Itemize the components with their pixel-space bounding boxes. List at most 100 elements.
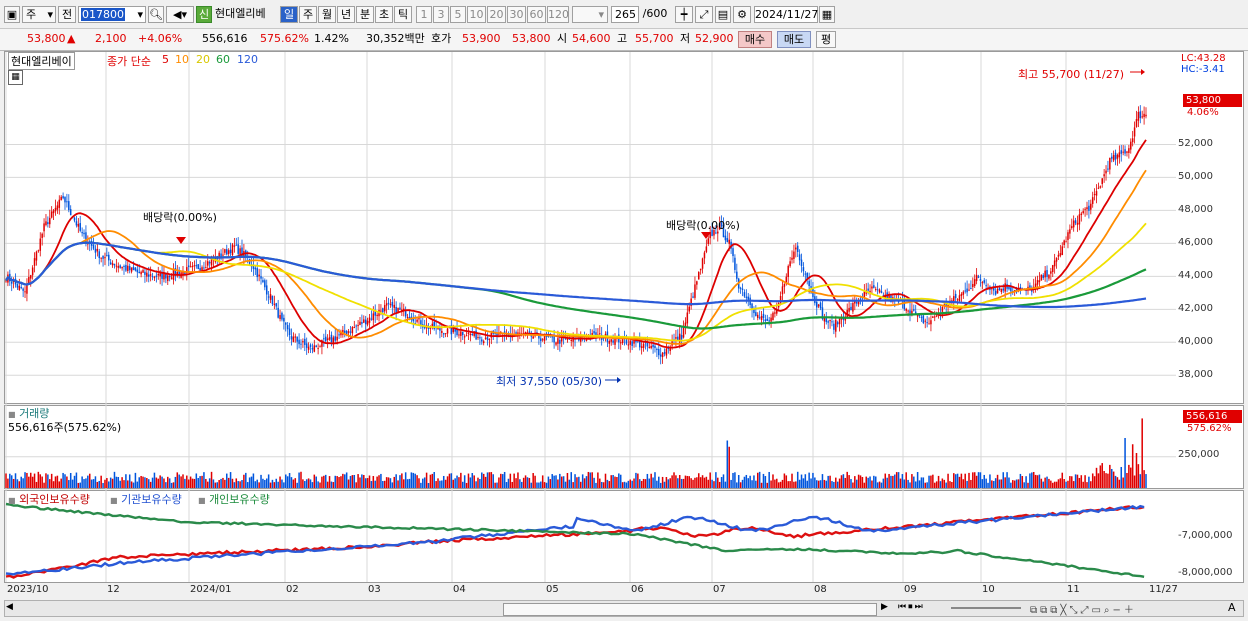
volume-bar <box>741 479 744 488</box>
zoom-slider[interactable] <box>951 607 1021 609</box>
volume-bar <box>964 473 966 488</box>
volume-bar <box>570 472 573 488</box>
volume-bar <box>252 473 255 488</box>
table-icon[interactable]: ▦ <box>8 70 23 85</box>
volume-bar <box>791 473 793 488</box>
font-size-icon[interactable]: A <box>1228 601 1236 614</box>
volume-bar <box>1084 475 1086 488</box>
volume-bar <box>58 481 61 488</box>
volume-bar <box>612 474 614 488</box>
candle-body <box>100 257 102 259</box>
candle-body <box>873 285 875 288</box>
volume-bar <box>764 476 767 488</box>
ma120-label: 120 <box>237 53 258 66</box>
legend-institution: ■ 기관보유수량 <box>110 491 182 507</box>
volume-bar <box>1131 444 1134 488</box>
volume-bar <box>574 474 576 488</box>
volume-bar <box>1101 463 1103 488</box>
volume-bar <box>165 482 167 488</box>
candle-body <box>960 293 963 296</box>
candle-body <box>45 221 47 226</box>
candle-body <box>675 337 677 339</box>
candle-body <box>741 288 744 291</box>
candle-body <box>762 313 765 318</box>
candle-body <box>144 271 146 275</box>
volume-bar <box>60 478 62 488</box>
volume-bar <box>1012 480 1014 488</box>
volume-bar <box>10 475 13 488</box>
price-ytick: 50,000 <box>1178 171 1213 183</box>
candle-body <box>766 318 769 321</box>
volume-bar <box>473 475 475 488</box>
candle-body <box>1090 203 1092 210</box>
volume-bar <box>83 479 85 488</box>
candle-body <box>300 343 302 345</box>
candle-body <box>680 335 683 340</box>
volume-bar <box>930 475 932 488</box>
candle-body <box>130 267 133 272</box>
candle-body <box>975 274 978 282</box>
volume-bar <box>897 472 900 488</box>
scrollbar[interactable]: ◀ ▶ ⏮⏹⏭ ⧉⧉⧉╳⤡⤢▭⌕−＋ A <box>4 600 1244 617</box>
candle-body <box>102 255 104 259</box>
candle-body <box>648 346 651 348</box>
candle-body <box>1010 287 1012 292</box>
volume-bar <box>378 475 380 488</box>
chart-tools-icons[interactable]: ⧉⧉⧉╳⤡⤢▭⌕−＋ <box>1030 601 1137 616</box>
volume-bar <box>973 472 976 488</box>
volume-bar <box>717 477 719 488</box>
volume-bar <box>507 478 510 488</box>
volume-bar <box>1088 476 1090 488</box>
candle-body <box>772 312 774 321</box>
candle-body <box>1124 149 1126 154</box>
candle-body <box>66 201 68 203</box>
volume-bar <box>195 473 198 488</box>
volume-bar <box>696 477 698 488</box>
candle-body <box>372 313 375 321</box>
volume-bar <box>850 479 852 488</box>
candle-body <box>380 310 382 312</box>
candle-body <box>1051 265 1054 272</box>
candle-body <box>1000 288 1003 292</box>
candle-body <box>629 340 632 345</box>
volume-bar <box>481 472 483 488</box>
candle-body <box>519 332 521 334</box>
volume-bar <box>762 473 765 488</box>
volume-bar <box>600 481 603 488</box>
volume-bar <box>530 482 533 488</box>
volume-bar <box>186 475 188 488</box>
volume-bar <box>115 476 118 488</box>
candle-body <box>705 246 708 252</box>
candle-body <box>355 325 357 327</box>
nav-buttons[interactable]: ⏮⏹⏭ <box>898 602 925 612</box>
candle-body <box>305 343 308 348</box>
volume-bar <box>26 472 28 488</box>
volume-bar <box>935 481 938 488</box>
volume-bar <box>73 475 76 488</box>
candle-body <box>313 345 316 352</box>
candle-body <box>286 325 289 330</box>
volume-bar <box>153 472 156 488</box>
volume-bar <box>954 474 957 488</box>
volume-bar <box>66 476 68 488</box>
volume-bar <box>463 475 466 488</box>
scroll-right-icon[interactable]: ▶ <box>881 602 893 615</box>
candle-body <box>755 312 757 316</box>
volume-bar <box>452 479 455 488</box>
candle-body <box>267 296 270 298</box>
candle-body <box>726 238 729 243</box>
volume-bar <box>85 478 87 488</box>
dividend-note-1: 배당락(0.00%) <box>143 211 217 224</box>
candle-body <box>155 275 158 277</box>
volume-bar <box>277 481 279 488</box>
scroll-left-icon[interactable]: ◀ <box>6 602 18 615</box>
volume-bar <box>1051 482 1054 488</box>
volume-bar <box>814 477 816 488</box>
volume-bar <box>484 476 487 488</box>
candle-body <box>304 338 306 345</box>
scroll-thumb[interactable] <box>503 603 877 616</box>
volume-bar <box>578 476 580 488</box>
volume-bar <box>248 477 251 488</box>
volume-bar <box>671 475 673 488</box>
volume-bar <box>146 478 148 488</box>
